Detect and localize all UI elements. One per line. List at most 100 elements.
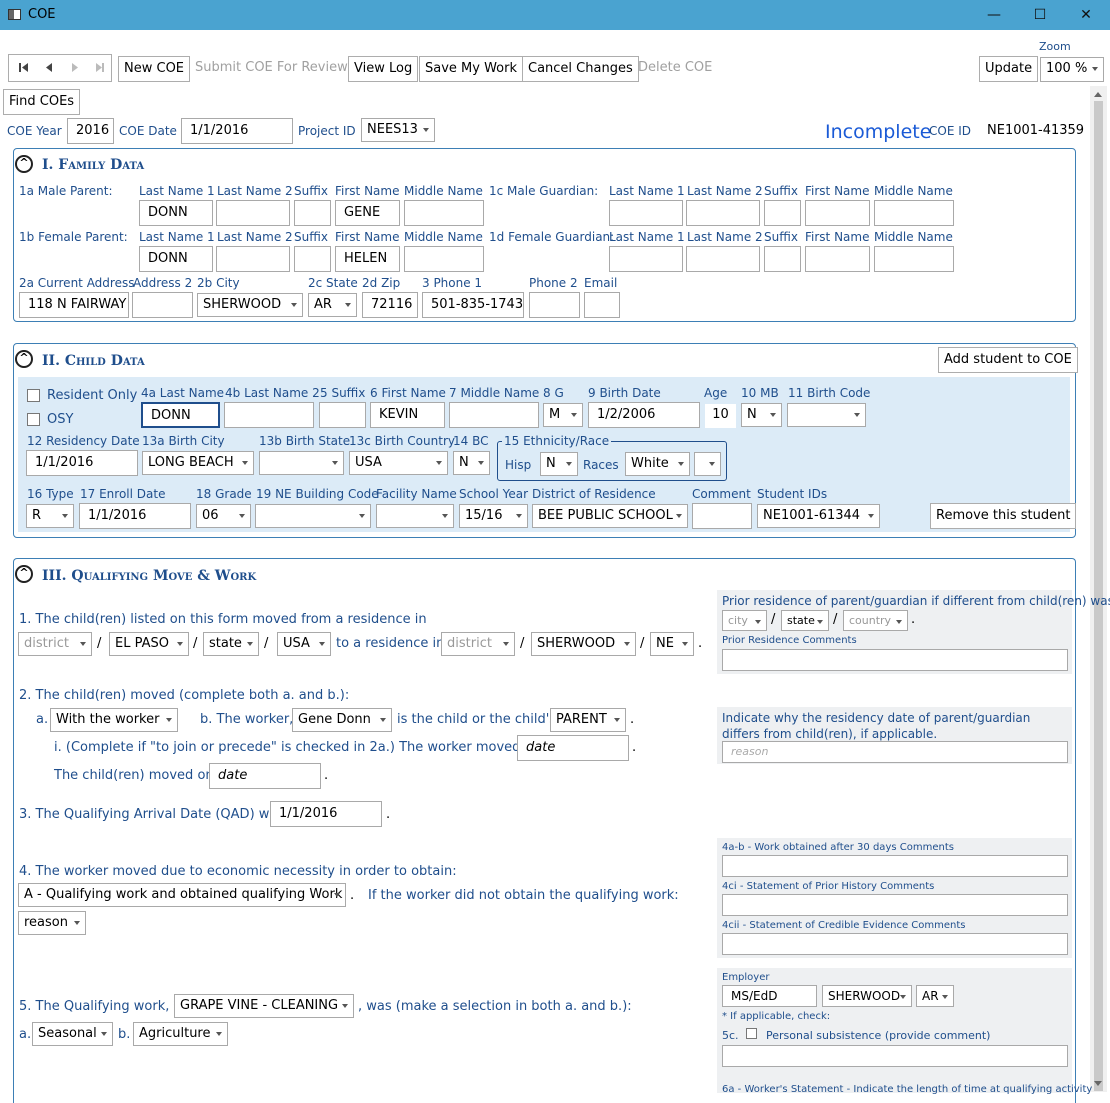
scroll-down-icon[interactable] xyxy=(1094,1081,1102,1086)
child-last-name2-field[interactable] xyxy=(224,402,314,428)
child-moved-date-field[interactable]: date xyxy=(209,763,321,789)
resident-only-checkbox[interactable] xyxy=(27,389,40,402)
male-guardian-last2[interactable] xyxy=(686,200,760,226)
seasonal-select[interactable]: Seasonal xyxy=(32,1022,113,1046)
gender-select[interactable]: M xyxy=(543,403,583,427)
grade-select[interactable]: 06 xyxy=(196,504,251,528)
male-parent-last2[interactable] xyxy=(216,200,290,226)
female-parent-first[interactable]: HELEN xyxy=(335,246,400,272)
new-coe-button[interactable]: New COE xyxy=(118,56,191,82)
city-select[interactable]: SHERWOOD xyxy=(197,293,303,317)
save-my-work-button[interactable]: Save My Work xyxy=(419,56,524,82)
hisp-select[interactable]: N xyxy=(540,452,578,476)
view-log-button[interactable]: View Log xyxy=(348,56,419,82)
address2-field[interactable] xyxy=(132,292,193,318)
male-guardian-suffix[interactable] xyxy=(764,200,801,226)
address-field[interactable]: 118 N FAIRWAY xyxy=(19,292,129,318)
maximize-button[interactable]: ☐ xyxy=(1017,0,1063,30)
child-suffix-field[interactable] xyxy=(319,402,366,428)
cancel-changes-button[interactable]: Cancel Changes xyxy=(522,56,639,82)
from-district-select[interactable]: district xyxy=(18,632,92,656)
collapse-child-icon[interactable]: ^ xyxy=(15,350,33,368)
c4ab-field[interactable] xyxy=(722,855,1068,877)
type-select[interactable]: R xyxy=(26,504,74,528)
qad-field[interactable]: 1/1/2016 xyxy=(270,801,382,827)
female-guardian-middle[interactable] xyxy=(874,246,954,272)
residency-reason-field[interactable]: reason xyxy=(722,741,1068,763)
first-record-icon[interactable] xyxy=(19,63,28,72)
close-button[interactable]: ✕ xyxy=(1063,0,1109,30)
prior-comments-field[interactable] xyxy=(722,649,1068,671)
male-parent-first[interactable]: GENE xyxy=(335,200,400,226)
prior-country-select[interactable]: country xyxy=(843,610,908,631)
prev-record-icon[interactable] xyxy=(46,63,52,72)
birth-city-select[interactable]: LONG BEACH xyxy=(142,451,254,475)
enroll-date-field[interactable]: 1/1/2016 xyxy=(79,503,191,529)
female-parent-last2[interactable] xyxy=(216,246,290,272)
birth-country-select[interactable]: USA xyxy=(349,451,448,475)
child-middle-name-field[interactable] xyxy=(449,402,539,428)
qualifying-work-select[interactable]: GRAPE VINE - CLEANING xyxy=(174,994,354,1018)
remove-student-button[interactable]: Remove this student xyxy=(930,503,1077,529)
vertical-scrollbar[interactable] xyxy=(1090,86,1107,1092)
update-button[interactable]: Update xyxy=(979,56,1039,82)
q4-select[interactable]: A - Qualifying work and obtained qualify… xyxy=(18,883,346,907)
employer-field[interactable]: MS/EdD xyxy=(722,985,817,1007)
collapse-family-icon[interactable]: ^ xyxy=(15,155,33,173)
prior-city-select[interactable]: city xyxy=(722,610,767,631)
female-parent-last1[interactable]: DONN xyxy=(139,246,213,272)
to-district-select[interactable]: district xyxy=(441,632,515,656)
male-parent-suffix[interactable] xyxy=(294,200,331,226)
birth-date-field[interactable]: 1/2/2006 xyxy=(588,402,700,428)
race-select[interactable]: White xyxy=(625,452,690,476)
building-code-select[interactable] xyxy=(255,504,371,528)
child-first-name-field[interactable]: KEVIN xyxy=(370,402,445,428)
from-country-select[interactable]: USA xyxy=(277,632,331,656)
employer-city-select[interactable]: SHERWOOD xyxy=(822,985,912,1007)
male-parent-middle[interactable] xyxy=(404,200,484,226)
collapse-qualifying-icon[interactable]: ^ xyxy=(15,565,33,583)
state-select[interactable]: AR xyxy=(308,293,357,317)
coe-year-field[interactable]: 2016 xyxy=(67,118,114,144)
c4ci-field[interactable] xyxy=(722,894,1068,916)
delete-coe-button[interactable]: Delete COE xyxy=(633,56,717,82)
reason-select[interactable]: reason xyxy=(18,911,86,935)
female-guardian-suffix[interactable] xyxy=(764,246,801,272)
add-student-button[interactable]: Add student to COE xyxy=(938,347,1078,373)
mb-select[interactable]: N xyxy=(741,403,782,427)
relation-select[interactable]: PARENT xyxy=(550,708,626,732)
prior-state-select[interactable]: state xyxy=(781,610,829,631)
employer-state-select[interactable]: AR xyxy=(916,985,954,1007)
to-city-select[interactable]: SHERWOOD xyxy=(531,632,636,656)
male-guardian-middle[interactable] xyxy=(874,200,954,226)
female-parent-middle[interactable] xyxy=(404,246,484,272)
phone2-field[interactable] xyxy=(529,292,580,318)
next-record-icon[interactable] xyxy=(72,63,78,72)
find-coes-button[interactable]: Find COEs xyxy=(3,89,81,115)
osy-checkbox[interactable] xyxy=(27,413,40,426)
residency-date-field[interactable]: 1/1/2016 xyxy=(26,450,138,476)
moved-with-select[interactable]: With the worker xyxy=(50,708,178,732)
male-parent-last1[interactable]: DONN xyxy=(139,200,213,226)
zoom-select[interactable]: 100 % xyxy=(1040,57,1104,82)
scroll-up-icon[interactable] xyxy=(1094,92,1102,97)
birth-code-select[interactable] xyxy=(787,403,866,427)
child-last-name-field[interactable]: DONN xyxy=(141,402,220,428)
district-select[interactable]: BEE PUBLIC SCHOOL xyxy=(532,504,688,528)
phone1-field[interactable]: 501-835-1743 xyxy=(422,292,524,318)
from-state-select[interactable]: state xyxy=(203,632,259,656)
race2-select[interactable] xyxy=(694,452,721,476)
male-guardian-last1[interactable] xyxy=(609,200,683,226)
project-id-select[interactable]: NEES13 xyxy=(361,118,435,142)
birth-state-select[interactable] xyxy=(259,451,344,475)
school-year-select[interactable]: 15/16 xyxy=(459,504,528,528)
email-field[interactable] xyxy=(584,292,620,318)
female-parent-suffix[interactable] xyxy=(294,246,331,272)
bc-select[interactable]: N xyxy=(453,451,490,475)
submit-coe-button[interactable]: Submit COE For Review xyxy=(190,56,353,82)
zip-field[interactable]: 72116 xyxy=(362,292,418,318)
worker-select[interactable]: Gene Donn xyxy=(292,708,392,732)
to-state-select[interactable]: NE xyxy=(650,632,694,656)
comment-field[interactable] xyxy=(692,503,752,529)
from-city-select[interactable]: EL PASO xyxy=(109,632,189,656)
